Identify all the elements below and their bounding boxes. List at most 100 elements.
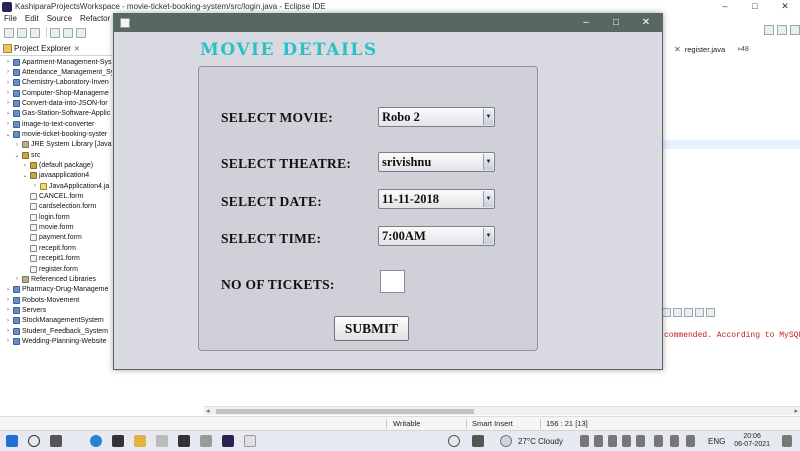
chevron-right-icon[interactable]: › xyxy=(5,90,11,96)
task-view-icon[interactable] xyxy=(50,435,62,447)
network-icon[interactable] xyxy=(654,435,663,447)
scroll-left-icon[interactable]: ◂ xyxy=(206,407,210,416)
tree-item[interactable]: › StockManagementSystem xyxy=(5,316,104,326)
menu-file[interactable]: File xyxy=(0,13,21,25)
tree-item[interactable]: › Gas-Station-Software-Applic xyxy=(5,109,110,119)
file-explorer-icon[interactable] xyxy=(134,435,146,447)
windows-start-icon[interactable] xyxy=(6,435,18,447)
tree-item[interactable]: cardselection.form xyxy=(22,202,96,212)
java-perspective-icon[interactable] xyxy=(777,25,787,35)
run-icon[interactable] xyxy=(76,27,86,38)
close-icon[interactable]: ✕ xyxy=(74,45,80,53)
chevron-right-icon[interactable]: › xyxy=(5,287,11,293)
tree-item[interactable]: › Student_Feedback_System xyxy=(5,326,108,336)
language-indicator[interactable]: ENG xyxy=(708,431,725,451)
tree-item[interactable]: › Convert-data-into-JSON-for xyxy=(5,98,108,108)
people-icon[interactable] xyxy=(448,435,460,447)
tree-item[interactable]: › Chemistry-Laboratory-Inven xyxy=(5,78,109,88)
console-minimize-icon[interactable] xyxy=(695,308,704,317)
tree-item[interactable]: movie.form xyxy=(22,223,74,233)
chevron-right-icon[interactable]: › xyxy=(14,276,20,282)
time-select[interactable]: 7:00AM ▼ xyxy=(378,226,495,246)
chevron-right-icon[interactable]: › xyxy=(5,338,11,344)
terminal-icon[interactable] xyxy=(178,435,190,447)
tree-item[interactable]: › Wedding-Planning-Website xyxy=(5,336,107,346)
notepad-icon[interactable] xyxy=(200,435,212,447)
dialog-minimize-button[interactable]: – xyxy=(572,14,600,32)
tree-item[interactable]: recepit.form xyxy=(22,243,76,253)
tree-item[interactable]: register.form xyxy=(22,264,78,274)
tree-item[interactable]: › Servers xyxy=(5,305,46,315)
tab-overflow-button[interactable]: »48 xyxy=(737,46,749,53)
tree-item[interactable]: ⌄ movie-ticket-booking-syster xyxy=(5,129,107,139)
menu-edit[interactable]: Edit xyxy=(21,13,43,25)
maximize-button[interactable]: □ xyxy=(740,0,770,13)
search-icon[interactable] xyxy=(28,435,40,447)
tree-item[interactable]: › Apartment-Management-Sys xyxy=(5,57,111,67)
perspective-icon[interactable] xyxy=(764,25,774,35)
chevron-right-icon[interactable]: › xyxy=(5,307,11,313)
new-icon[interactable] xyxy=(4,27,14,38)
tree-item[interactable]: › Pharmacy-Drug-Manageme xyxy=(5,285,108,295)
tree-item[interactable]: › Referenced Libraries xyxy=(14,274,96,284)
scroll-right-icon[interactable]: ▸ xyxy=(794,407,798,416)
tree-item[interactable]: login.form xyxy=(22,212,70,222)
horizontal-scrollbar[interactable]: ◂ ▸ xyxy=(204,406,800,415)
debug-icon[interactable] xyxy=(63,27,73,38)
menu-refactor[interactable]: Refactor xyxy=(76,13,114,25)
chevron-right-icon[interactable]: › xyxy=(14,142,20,148)
app-icon[interactable] xyxy=(156,435,168,447)
dialog-close-button[interactable]: ✕ xyxy=(632,14,660,32)
console-pin-icon[interactable] xyxy=(662,308,671,317)
movie-select[interactable]: Robo 2 ▼ xyxy=(378,107,495,127)
tree-item[interactable]: recepit1.form xyxy=(22,254,80,264)
eclipse-taskbar-icon[interactable] xyxy=(222,435,234,447)
chevron-right-icon[interactable]: › xyxy=(32,183,38,189)
tab-close-icon[interactable]: ✕ xyxy=(674,45,681,54)
tree-item[interactable]: ⌄ javaapplication4 xyxy=(22,171,89,181)
console-display-icon[interactable] xyxy=(673,308,682,317)
tab-register-java[interactable]: register.java xyxy=(685,45,725,54)
chevron-right-icon[interactable]: › xyxy=(5,297,11,303)
dialog-maximize-button[interactable]: □ xyxy=(602,14,630,32)
chevron-down-icon[interactable]: ▼ xyxy=(483,154,493,170)
chevron-down-icon[interactable]: ▼ xyxy=(483,191,493,207)
minimize-button[interactable]: – xyxy=(710,0,740,13)
chevron-down-icon[interactable]: ▼ xyxy=(483,109,493,125)
tickets-input[interactable] xyxy=(380,270,405,293)
tree-item[interactable]: › JRE System Library [JavaSE xyxy=(14,140,112,150)
tray-icon[interactable] xyxy=(608,435,617,447)
submit-button[interactable]: SUBMIT xyxy=(334,316,409,341)
terminal-icon[interactable] xyxy=(50,27,60,38)
tree-item[interactable]: CANCEL.form xyxy=(22,192,83,202)
tree-item[interactable]: › image-to-text-converter xyxy=(5,119,94,129)
system-clock[interactable]: 20:06 06-07-2021 xyxy=(734,433,770,449)
chevron-down-icon[interactable]: ⌄ xyxy=(14,152,20,159)
save-icon[interactable] xyxy=(17,27,27,38)
tray-icon[interactable] xyxy=(622,435,631,447)
debug-perspective-icon[interactable] xyxy=(790,25,800,35)
project-explorer-title[interactable]: Project Explorer xyxy=(14,44,71,53)
cmd-icon[interactable] xyxy=(112,435,124,447)
weather-text[interactable]: 27°C Cloudy xyxy=(518,431,563,451)
tree-item[interactable]: › Robots-Movement xyxy=(5,295,79,305)
date-select[interactable]: 11-11-2018 ▼ xyxy=(378,189,495,209)
tree-item[interactable]: › (default package) xyxy=(22,161,93,171)
theatre-select[interactable]: srivishnu ▼ xyxy=(378,152,495,172)
tray-icon[interactable] xyxy=(636,435,645,447)
menu-source[interactable]: Source xyxy=(43,13,76,25)
chevron-right-icon[interactable]: › xyxy=(5,121,11,127)
notification-icon[interactable] xyxy=(782,435,792,447)
edge-browser-icon[interactable] xyxy=(90,435,102,447)
java-app-taskbar-icon[interactable] xyxy=(244,435,256,447)
tree-item[interactable]: › JavaApplication4.ja xyxy=(32,181,109,191)
chevron-down-icon[interactable]: ⌄ xyxy=(5,131,11,138)
tray-icon[interactable] xyxy=(594,435,603,447)
tree-item[interactable]: payment.form xyxy=(22,233,82,243)
close-button[interactable]: ✕ xyxy=(770,0,800,13)
chevron-right-icon[interactable]: › xyxy=(5,100,11,106)
console-maximize-icon[interactable] xyxy=(706,308,715,317)
chevron-right-icon[interactable]: › xyxy=(5,111,11,117)
tray-icon[interactable] xyxy=(580,435,589,447)
chevron-right-icon[interactable]: › xyxy=(5,80,11,86)
